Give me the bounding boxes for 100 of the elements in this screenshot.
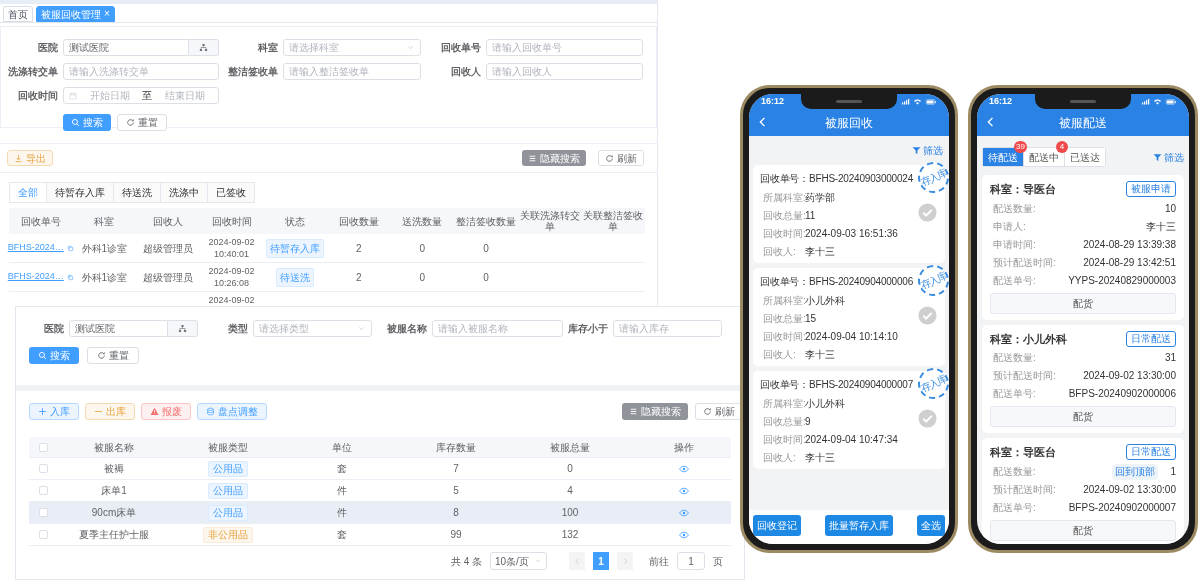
table-cell-text: 2 <box>355 270 363 285</box>
footer-button[interactable]: 全选 <box>917 515 945 536</box>
refresh-button[interactable]: 刷新 <box>695 403 743 420</box>
wifi-icon <box>913 98 922 106</box>
column-header: 送洗数量 <box>401 215 444 227</box>
close-button[interactable]: × <box>104 9 110 19</box>
table-cell-text: 0 <box>418 241 427 256</box>
picker-button[interactable] <box>189 39 219 56</box>
footer-button[interactable]: 批量暂存入库 <box>825 515 893 536</box>
reset-button[interactable]: 重置 <box>87 347 139 364</box>
picker-button[interactable] <box>168 320 198 337</box>
input-field[interactable]: 测试医院 <box>69 320 168 337</box>
input-field[interactable]: 请输入被服名称 <box>432 320 563 337</box>
refresh-icon <box>97 351 106 360</box>
calendar-icon <box>69 91 77 100</box>
field-value: 15 <box>805 312 817 325</box>
date-input[interactable]: 结束日期 <box>156 88 213 103</box>
action-button[interactable]: 出库 <box>85 403 135 420</box>
action-button[interactable]: 报废 <box>141 403 191 420</box>
filter-button[interactable]: 筛选 <box>1153 149 1184 165</box>
screen-title: 被服回收 <box>825 115 873 132</box>
table-cell-text: 被褥 <box>103 462 125 476</box>
column-header: 关联整洁签收单 <box>582 210 645 232</box>
column-header: 被服名称 <box>93 440 135 455</box>
refresh-button[interactable]: 刷新 <box>598 150 644 166</box>
dispatch-button[interactable]: 配货 <box>990 292 1176 314</box>
tab[interactable]: 首页 <box>3 6 33 22</box>
input-field[interactable]: 请输入回收单号 <box>486 39 643 56</box>
hide-search-button[interactable]: 隐藏搜索 <box>622 403 688 420</box>
field-value: 李十三 <box>805 348 835 361</box>
field-value: 9 <box>805 415 811 428</box>
footer-button[interactable]: 回收登记 <box>753 515 801 536</box>
export-button[interactable]: 导出 <box>7 150 53 166</box>
table-cell-text: 90cm床单 <box>90 506 138 520</box>
input-field[interactable]: 请输入洗涤转交单 <box>63 63 219 80</box>
field-label: 预计配送时间: <box>993 482 1056 497</box>
action-button[interactable]: 入库 <box>29 403 79 420</box>
view-button[interactable] <box>679 485 689 496</box>
field-value: 2024-09-02 13:30:00 <box>1083 369 1176 383</box>
back-to-top-button[interactable]: 回到顶部 <box>1112 463 1158 480</box>
search-button[interactable]: 搜索 <box>63 114 111 131</box>
status-tab[interactable]: 待暂存入库 <box>47 183 114 202</box>
checkbox[interactable] <box>38 530 48 539</box>
department-title: 科室：导医台 <box>990 445 1056 460</box>
plus-icon <box>38 407 47 416</box>
department-title: 科室：小儿外科 <box>990 331 1067 347</box>
date-input[interactable]: 开始日期 <box>81 88 138 103</box>
field-label: 回收人: <box>763 245 797 258</box>
checkbox[interactable] <box>38 508 48 517</box>
input-field[interactable]: 请输入整洁签收单 <box>283 63 421 80</box>
checkbox[interactable] <box>38 442 48 452</box>
status-tag: 待暂存入库 <box>266 238 325 258</box>
department-title: 科室：导医台 <box>990 182 1056 197</box>
chevron-down-icon <box>406 43 415 52</box>
page-input[interactable]: 1 <box>677 552 705 570</box>
search-button[interactable]: 搜索 <box>29 347 79 364</box>
status-tab[interactable]: 已签收 <box>208 183 254 202</box>
field-label: 预计配送时间: <box>993 369 1056 383</box>
checkbox[interactable] <box>38 464 48 473</box>
order-link[interactable]: BFHS-2024… <box>7 270 64 284</box>
type-tag: 公用品 <box>208 504 248 521</box>
date-range-field[interactable]: 开始日期 至 结束日期 <box>63 87 219 104</box>
order-link[interactable]: BFHS-2024… <box>7 241 64 255</box>
dispatch-button[interactable]: 配货 <box>990 406 1176 427</box>
tab[interactable]: 待配送 <box>983 148 1023 166</box>
field-value: 药学部 <box>805 191 835 204</box>
select-field[interactable]: 请选择科室 <box>283 39 421 56</box>
field-value: 2024-09-04 10:47:34 <box>805 433 898 446</box>
table-cell-text: 超级管理员 <box>142 241 194 256</box>
page-button[interactable]: 1 <box>593 552 609 570</box>
page-size-select[interactable]: 10条/页 <box>490 552 547 570</box>
field-value: 2024-09-03 16:51:36 <box>805 227 898 240</box>
status-tab[interactable]: 洗涤中 <box>161 183 208 202</box>
table-cell-text: 0 <box>482 270 490 285</box>
status-tab[interactable]: 待送洗 <box>114 183 161 202</box>
checkbox[interactable] <box>38 486 48 495</box>
dispatch-button[interactable]: 配货 <box>990 519 1176 541</box>
eye-icon <box>679 507 689 518</box>
field-label: 回收时间: <box>763 227 805 240</box>
type-tag: 公用品 <box>208 482 248 499</box>
action-button[interactable]: 盘点调整 <box>197 403 267 420</box>
view-button[interactable] <box>679 463 689 474</box>
reset-button[interactable]: 重置 <box>117 114 167 131</box>
input-field[interactable]: 请输入回收人 <box>486 63 643 80</box>
table-cell-text: 0 <box>482 241 490 256</box>
select-field[interactable]: 请选择类型 <box>253 320 372 337</box>
field-label: 库存小于 <box>567 322 608 336</box>
download-icon <box>14 153 23 163</box>
field-value: YYPS-20240829000003 <box>1068 273 1176 288</box>
field-label: 配送数量: <box>993 351 1036 365</box>
input-field[interactable]: 测试医院 <box>63 39 189 56</box>
tab[interactable]: 被服回收管理 × <box>36 6 115 22</box>
filter-button[interactable]: 筛选 <box>912 143 943 158</box>
input-field[interactable]: 请输入库存 <box>613 320 722 337</box>
view-button[interactable] <box>679 529 689 540</box>
field-value: 2024-08-29 13:42:51 <box>1083 255 1176 270</box>
search-icon <box>71 118 80 127</box>
view-button[interactable] <box>679 507 689 518</box>
hide-search-button[interactable]: 隐藏搜索 <box>522 150 586 166</box>
goto-label: 前往 <box>649 554 669 569</box>
